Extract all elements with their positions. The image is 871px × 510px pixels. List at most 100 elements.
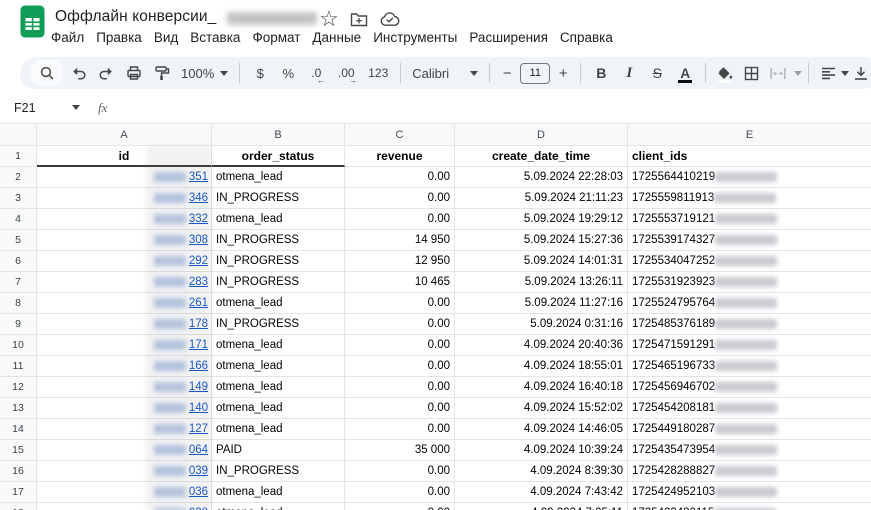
column-header-E[interactable]: E [628, 124, 871, 146]
cell-order-status[interactable]: otmena_lead [212, 293, 345, 314]
id-link[interactable]: 332 [189, 209, 208, 229]
cell-create-date-time[interactable]: 5.09.2024 0:31:16 [455, 314, 628, 335]
vertical-align-button[interactable] [849, 60, 871, 86]
id-link[interactable]: 283 [189, 272, 208, 292]
cell-client-ids[interactable]: 1725424952103 [628, 482, 871, 503]
font-size-input[interactable]: 11 [520, 62, 551, 84]
id-link[interactable]: 166 [189, 356, 208, 376]
cell-revenue[interactable]: 0.00 [345, 356, 455, 377]
menu-4[interactable]: Формат [246, 28, 306, 47]
cell-order-status[interactable]: otmena_lead [212, 209, 345, 230]
cell-create-date-time[interactable]: 5.09.2024 11:27:16 [455, 293, 628, 314]
row-number[interactable]: 6 [0, 251, 37, 272]
id-link[interactable]: 171 [189, 335, 208, 355]
header-cell-order-status[interactable]: order_status [212, 146, 345, 167]
merge-cells-button[interactable] [766, 60, 790, 86]
id-link[interactable]: 351 [189, 167, 208, 187]
cell-create-date-time[interactable]: 4.09.2024 18:55:01 [455, 356, 628, 377]
zoom-select[interactable]: 100% [177, 60, 232, 86]
horizontal-align-button[interactable] [816, 60, 840, 86]
id-link[interactable]: 064 [189, 440, 208, 460]
row-number[interactable]: 15 [0, 440, 37, 461]
cell-order-status[interactable]: IN_PROGRESS [212, 314, 345, 335]
cell-revenue[interactable]: 0.00 [345, 398, 455, 419]
cell-order-status[interactable]: otmena_lead [212, 356, 345, 377]
id-link[interactable]: 178 [189, 314, 208, 334]
paint-format-icon[interactable] [149, 60, 175, 86]
cell-order-status[interactable]: IN_PROGRESS [212, 230, 345, 251]
row-number[interactable]: 7 [0, 272, 37, 293]
cell-create-date-time[interactable]: 4.09.2024 16:40:18 [455, 377, 628, 398]
decrease-font-size-button[interactable]: − [497, 60, 517, 86]
cell-revenue[interactable]: 0.00 [345, 293, 455, 314]
cell-order-status[interactable]: otmena_lead [212, 167, 345, 188]
cell-client-ids[interactable]: 1725485376189 [628, 314, 871, 335]
menu-3[interactable]: Вставка [184, 28, 246, 47]
cell-id[interactable]: 064 [37, 440, 212, 461]
cell-revenue[interactable]: 0.00 [345, 482, 455, 503]
cell-id[interactable]: 261 [37, 293, 212, 314]
document-title[interactable]: Оффлайн конверсии_ [55, 8, 216, 26]
menu-0[interactable]: Файл [45, 28, 90, 47]
more-formats-button[interactable]: 123 [363, 60, 393, 86]
search-icon[interactable] [31, 60, 63, 86]
increase-decimal-button[interactable]: .00 → [331, 60, 361, 86]
cell-client-ids[interactable]: 1725449180287 [628, 419, 871, 440]
cell-client-ids[interactable]: 1725471591291 [628, 335, 871, 356]
row-number[interactable]: 13 [0, 398, 37, 419]
sheets-logo[interactable] [20, 5, 45, 38]
cell-order-status[interactable]: otmena_lead [212, 482, 345, 503]
row-number[interactable]: 8 [0, 293, 37, 314]
cell-create-date-time[interactable]: 5.09.2024 13:26:11 [455, 272, 628, 293]
header-cell-client-ids[interactable]: client_ids [628, 146, 871, 167]
strikethrough-button[interactable]: S [644, 60, 670, 86]
cell-id[interactable]: 149 [37, 377, 212, 398]
id-link[interactable]: 308 [189, 230, 208, 250]
cell-client-ids[interactable]: 1725524795764 [628, 293, 871, 314]
cell-create-date-time[interactable]: 4.09.2024 7:05:11 [455, 503, 628, 510]
cell-id[interactable]: 166 [37, 356, 212, 377]
cell-create-date-time[interactable]: 4.09.2024 8:39:30 [455, 461, 628, 482]
row-number[interactable]: 5 [0, 230, 37, 251]
menu-7[interactable]: Расширения [463, 28, 554, 47]
cell-revenue[interactable]: 0.00 [345, 419, 455, 440]
id-link[interactable]: 028 [189, 503, 208, 510]
cell-id[interactable]: 292 [37, 251, 212, 272]
cell-revenue[interactable]: 0.00 [345, 188, 455, 209]
cell-client-ids[interactable]: 1725454208181 [628, 398, 871, 419]
cell-client-ids[interactable]: 1725539174327 [628, 230, 871, 251]
column-header-D[interactable]: D [455, 124, 628, 146]
cell-id[interactable]: 127 [37, 419, 212, 440]
cell-revenue[interactable]: 12 950 [345, 251, 455, 272]
format-currency-button[interactable]: $ [247, 60, 273, 86]
format-percent-button[interactable]: % [275, 60, 301, 86]
column-header-B[interactable]: B [212, 124, 345, 146]
cell-client-ids[interactable]: 1725422480115 [628, 503, 871, 510]
cell-order-status[interactable]: otmena_lead [212, 377, 345, 398]
redo-icon[interactable] [93, 60, 119, 86]
cell-create-date-time[interactable]: 5.09.2024 19:29:12 [455, 209, 628, 230]
row-number[interactable]: 16 [0, 461, 37, 482]
cell-id[interactable]: 178 [37, 314, 212, 335]
cell-create-date-time[interactable]: 4.09.2024 20:40:36 [455, 335, 628, 356]
move-folder-icon[interactable] [350, 12, 370, 27]
cell-revenue[interactable]: 0.00 [345, 167, 455, 188]
row-number[interactable]: 9 [0, 314, 37, 335]
row-number[interactable]: 10 [0, 335, 37, 356]
font-select[interactable]: Calibri [408, 60, 482, 86]
id-link[interactable]: 149 [189, 377, 208, 397]
header-cell-id[interactable]: id [37, 146, 212, 167]
cell-client-ids[interactable]: 1725456946702 [628, 377, 871, 398]
row-number[interactable]: 1 [0, 146, 37, 167]
print-icon[interactable] [121, 60, 147, 86]
cell-order-status[interactable]: IN_PROGRESS [212, 251, 345, 272]
row-number[interactable]: 12 [0, 377, 37, 398]
cell-revenue[interactable]: 14 950 [345, 230, 455, 251]
cell-order-status[interactable]: IN_PROGRESS [212, 272, 345, 293]
cell-client-ids[interactable]: 1725534047252 [628, 251, 871, 272]
cell-id[interactable]: 036 [37, 482, 212, 503]
row-number[interactable]: 14 [0, 419, 37, 440]
menu-8[interactable]: Справка [554, 28, 619, 47]
header-cell-create-date-time[interactable]: create_date_time [455, 146, 628, 167]
column-header-C[interactable]: C [345, 124, 455, 146]
